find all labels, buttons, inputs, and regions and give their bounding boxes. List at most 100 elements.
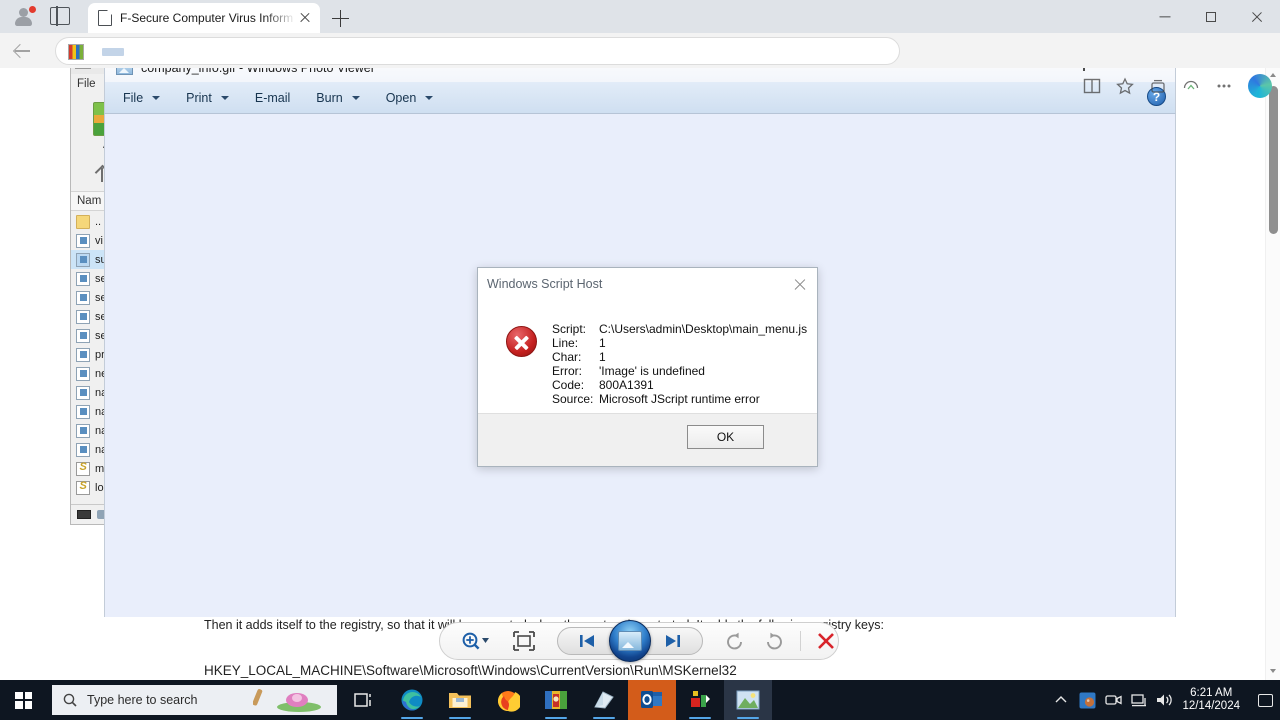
address-bar[interactable]: [55, 37, 900, 65]
antivirus-icon[interactable]: [1074, 680, 1100, 720]
clock-time: 6:21 AM: [1190, 687, 1233, 699]
dialog-field-row: Script: C:\Users\admin\Desktop\main_menu.…: [552, 322, 808, 336]
folder-icon: [76, 214, 90, 229]
network-icon[interactable]: [1126, 680, 1152, 720]
dialog-field-label: Line:: [552, 336, 579, 350]
zoom-button[interactable]: [456, 626, 491, 656]
document-icon: [76, 309, 90, 324]
rotate-cw-button[interactable]: [761, 626, 786, 656]
document-icon: [76, 404, 90, 419]
previous-button[interactable]: [556, 627, 617, 655]
browser-minimize-button[interactable]: [1142, 0, 1188, 33]
winrar-icon: [545, 691, 567, 709]
collections-icon[interactable]: [1143, 71, 1173, 101]
taskbar-clock[interactable]: 6:21 AM 12/14/2024: [1182, 687, 1240, 713]
scrollbar-thumb[interactable]: [1269, 86, 1278, 234]
chevron-down-icon: [351, 95, 360, 100]
fit-to-window-button[interactable]: [509, 626, 538, 656]
dialog-field-label: Char:: [552, 350, 582, 364]
slideshow-play-icon: [617, 631, 642, 651]
dialog-field-label: Source:: [552, 392, 594, 406]
browser-tab[interactable]: F-Secure Computer Virus Inform: [88, 3, 320, 33]
document-icon: [76, 290, 90, 305]
copilot-icon[interactable]: [1248, 73, 1272, 98]
dialog-field-value: C:\Users\admin\Desktop\main_menu.js: [599, 322, 808, 336]
chevron-down-icon: [152, 95, 161, 100]
taskbar: Type here to search 6:21 AM 12/14/2024: [0, 680, 1280, 720]
navigation-group: [556, 620, 703, 662]
delete-button[interactable]: [813, 626, 838, 656]
camera-icon[interactable]: [1100, 680, 1126, 720]
ok-button[interactable]: OK: [687, 425, 764, 449]
search-icon: [63, 693, 77, 707]
dialog-field-value: 1: [599, 350, 606, 364]
taskbar-items: [340, 680, 772, 720]
search-input[interactable]: Type here to search: [52, 685, 337, 715]
taskbar-winrar[interactable]: [532, 680, 580, 720]
menu-item-burn[interactable]: Burn: [316, 91, 360, 105]
system-tray: 6:21 AM 12/14/2024: [1048, 680, 1280, 720]
start-button[interactable]: [0, 680, 47, 720]
list-item-label: vi: [95, 234, 103, 247]
taskbar-microsoft-outlook[interactable]: [628, 680, 676, 720]
menu-item-email[interactable]: E-mail: [255, 91, 290, 105]
photo-viewer-bottom-bar: [104, 617, 1176, 667]
windows-script-host-dialog[interactable]: Windows Script Host Script: C:\Users\admi…: [477, 267, 818, 467]
chevron-down-icon: [425, 95, 434, 100]
windows-start-icon: [15, 691, 32, 709]
taskbar-sticky-notes[interactable]: [580, 680, 628, 720]
photo-viewer-menubar[interactable]: File Print E-mail Burn Open ?: [104, 82, 1176, 114]
edge-tab-strip: F-Secure Computer Virus Inform: [0, 0, 1280, 33]
profile-avatar[interactable]: [14, 5, 37, 28]
taskbar-windows-photo-viewer[interactable]: [724, 680, 772, 720]
tab-actions-icon[interactable]: [50, 6, 70, 26]
back-icon[interactable]: [12, 41, 32, 61]
split-screen-icon[interactable]: [1077, 71, 1107, 101]
folder-icon: [449, 693, 471, 708]
browser-tab-title: F-Secure Computer Virus Inform: [120, 11, 294, 25]
explorer-file-menu[interactable]: File: [77, 78, 96, 90]
play-slideshow-button[interactable]: [608, 620, 651, 662]
taskbar-mozilla-firefox[interactable]: [484, 680, 532, 720]
rotate-ccw-button[interactable]: [723, 626, 748, 656]
new-tab-button[interactable]: [330, 8, 351, 29]
settings-more-icon[interactable]: [1209, 71, 1239, 101]
dialog-fields: Script: C:\Users\admin\Desktop\main_menu.…: [552, 322, 808, 407]
site-favicon: [68, 44, 84, 60]
dialog-field-row: Code: 800A1391: [552, 378, 807, 392]
browser-maximize-button[interactable]: [1188, 0, 1234, 33]
tab-close-icon[interactable]: [296, 9, 314, 27]
browser-close-button[interactable]: [1234, 0, 1280, 33]
firefox-icon: [498, 691, 520, 712]
toolbar-separator: [800, 631, 802, 651]
dialog-field-label: Error:: [552, 364, 582, 378]
browser-essentials-icon[interactable]: [1176, 71, 1206, 101]
menu-item-print[interactable]: Print: [186, 91, 229, 105]
dialog-titlebar[interactable]: Windows Script Host: [478, 268, 817, 302]
dialog-close-button[interactable]: [791, 276, 809, 294]
taskbar-microsoft-edge[interactable]: [388, 680, 436, 720]
document-icon: [76, 385, 90, 400]
taskbar-file-explorer[interactable]: [436, 680, 484, 720]
menu-file-label: File: [123, 90, 144, 105]
photo-viewer-toolbar[interactable]: [439, 620, 839, 662]
favorites-icon[interactable]: [1110, 71, 1140, 101]
scroll-down-button[interactable]: [1266, 664, 1280, 680]
volume-icon[interactable]: [1152, 680, 1178, 720]
menu-item-open[interactable]: Open: [386, 91, 434, 105]
error-icon: [506, 326, 537, 357]
clock-date: 12/14/2024: [1182, 700, 1240, 712]
page-scrollbar[interactable]: [1265, 68, 1280, 680]
script-icon: [76, 480, 90, 495]
task-view-button[interactable]: [340, 680, 388, 720]
edge-icon: [401, 689, 423, 711]
column-header-name: Nam: [77, 195, 102, 207]
show-hidden-icons-chevron[interactable]: [1048, 680, 1074, 720]
menu-item-file[interactable]: File: [123, 90, 161, 105]
photo-viewer-icon: [736, 690, 760, 710]
next-button[interactable]: [642, 627, 703, 655]
action-center-icon[interactable]: [1250, 680, 1280, 720]
taskbar-paint-app[interactable]: [676, 680, 724, 720]
dialog-field-value: 800A1391: [599, 378, 654, 392]
document-icon: [76, 271, 90, 286]
